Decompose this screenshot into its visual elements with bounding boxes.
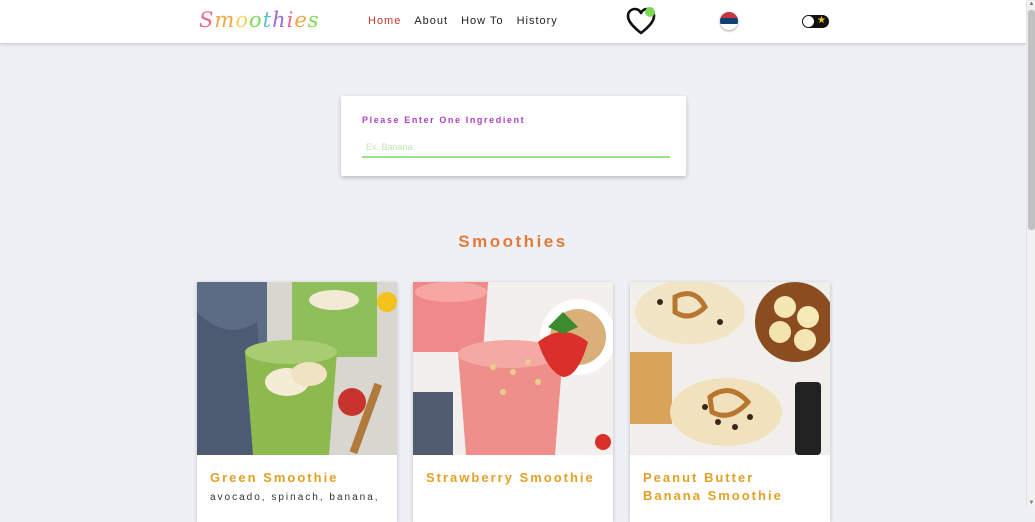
card-title: Strawberry Smoothie [426,470,595,485]
logo-letter: i [286,8,295,32]
section-title: Smoothies [458,232,568,251]
logo-letter: s [307,8,320,32]
logo-letter: o [248,8,263,32]
ingredient-search-input[interactable] [362,138,670,158]
strawberry-smoothie-image [413,282,613,455]
scrollbar-thumb[interactable] [1028,10,1035,230]
nav-how-to[interactable]: How To [461,15,503,27]
heart-icon[interactable] [625,6,657,36]
nav-links: Home About How To History [368,15,558,27]
logo-letter: S [199,8,215,32]
peanut-butter-smoothie-image [630,282,830,455]
smoothie-card[interactable]: Green Smoothie avocado, spinach, banana, [197,282,397,522]
green-smoothie-image [197,282,397,455]
scroll-down-arrow-icon[interactable]: ▼ [1028,499,1035,507]
card-title: Green Smoothie [210,470,339,485]
scroll-up-arrow-icon[interactable]: ▲ [1028,0,1035,8]
logo-letter: o [235,8,249,32]
logo-letter: m [214,8,236,32]
search-label: Please Enter One Ingredient [362,115,526,125]
logo-letter: e [294,8,308,32]
nav-about[interactable]: About [414,15,448,27]
card-title: Peanut Butter Banana Smoothie [643,470,783,503]
logo[interactable]: Smoothies [199,8,320,32]
scrollbar[interactable]: ▲ ▼ [1026,0,1035,507]
search-card: Please Enter One Ingredient [341,96,686,176]
sun-icon: ★ [817,15,826,26]
nav-home[interactable]: Home [368,15,401,27]
card-description: avocado, spinach, banana, [210,492,380,503]
navbar: Smoothies Home About How To History ★ [0,0,1026,44]
nav-history[interactable]: History [517,15,558,27]
smoothie-card[interactable]: Peanut Butter Banana Smoothie [630,282,830,522]
logo-letter: t [262,8,273,32]
toggle-knob [803,16,814,27]
dark-mode-toggle[interactable]: ★ [802,15,829,28]
smoothie-card[interactable]: Strawberry Smoothie [413,282,613,522]
serbia-flag-icon[interactable] [720,12,738,30]
logo-letter: h [272,8,287,32]
